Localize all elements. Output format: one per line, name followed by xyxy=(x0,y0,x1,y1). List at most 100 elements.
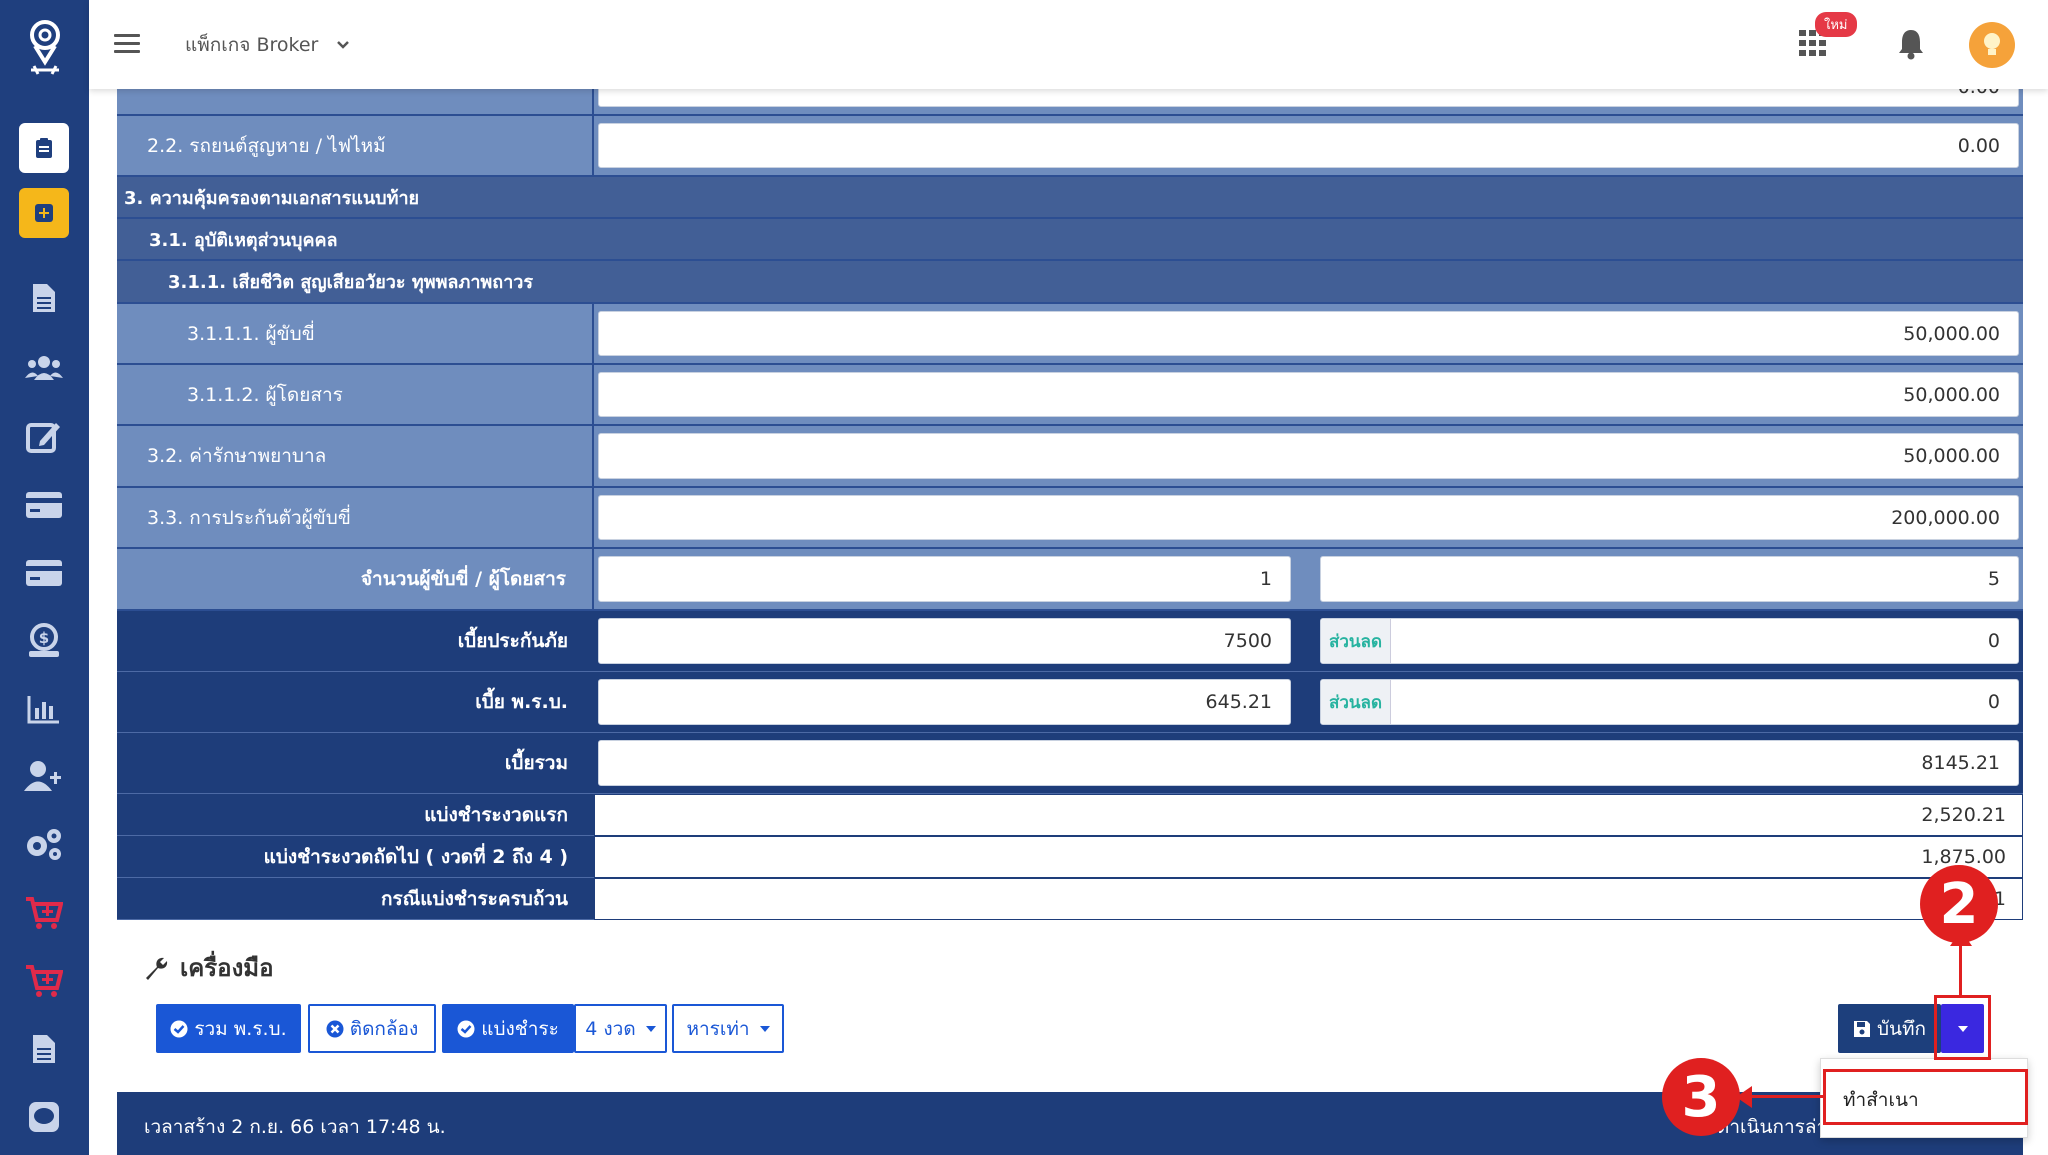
premium-discount-value: 0 xyxy=(1987,630,2000,652)
table-row: แบ่งชำระงวดถัดไป ( งวดที่ 2 ถึง 4 ) 1,87… xyxy=(117,836,2023,878)
row-label: 3.1.1.2. ผู้โดยสาร xyxy=(117,365,594,426)
sidebar-item-document[interactable] xyxy=(22,278,66,318)
section-header: 3.1. อุบัติเหตุส่วนบุคคล xyxy=(117,219,2023,261)
check-circle-icon xyxy=(170,1020,188,1037)
driver-count-input[interactable]: 1 xyxy=(598,556,1291,602)
sidebar-item-clipboard[interactable] xyxy=(19,123,69,173)
bar-chart-icon xyxy=(27,696,59,724)
created-time: เวลาสร้าง 2 ก.ย. 66 เวลา 17:48 น. xyxy=(144,1116,446,1138)
credit-card-icon xyxy=(26,560,62,586)
installment-button[interactable]: แบ่งชำระ xyxy=(442,1004,574,1053)
x-circle-icon xyxy=(326,1020,344,1037)
app-logo-icon[interactable] xyxy=(26,18,64,76)
sidebar-item-users[interactable] xyxy=(22,348,66,388)
installment-count-dropdown[interactable]: 4 งวด xyxy=(574,1004,667,1053)
section-header: 3. ความคุ้มครองตามเอกสารแนบท้าย xyxy=(117,177,2023,219)
table-row: 2.2. รถยนต์สูญหาย / ไฟไหม้ 0.00 xyxy=(117,116,2023,177)
premium-input[interactable]: 7500 xyxy=(598,618,1291,664)
line-chat-icon xyxy=(29,1102,59,1132)
divide-equal-dropdown[interactable]: หารเท่า xyxy=(672,1004,784,1053)
value-input[interactable]: 50,000.00 xyxy=(598,372,2019,417)
highlight-box-toggle xyxy=(1934,995,1991,1060)
annotation-line xyxy=(1959,940,1962,996)
chevron-down-icon xyxy=(337,41,350,49)
row-label: 3.3. การประกันตัวผู้ขับขี่ xyxy=(117,488,594,549)
include-compulsory-button[interactable]: รวม พ.ร.บ. xyxy=(156,1004,301,1053)
save-disk-icon xyxy=(1853,1020,1870,1037)
menu-toggle-icon[interactable] xyxy=(114,34,140,54)
avatar[interactable] xyxy=(1969,22,2015,68)
package-selector[interactable]: แพ็กเกจ Broker xyxy=(185,30,350,60)
compulsory-input[interactable]: 645.21 xyxy=(598,679,1291,725)
sidebar-item-document-2[interactable] xyxy=(22,1029,66,1069)
value-input[interactable]: 0.00 xyxy=(598,123,2019,168)
table-row: 3.3. การประกันตัวผู้ขับขี่ 200,000.00 xyxy=(117,488,2023,549)
top-navbar: แพ็กเกจ Broker ใหม่ xyxy=(89,0,2048,89)
caret-down-icon xyxy=(645,1025,656,1032)
plus-square-icon xyxy=(35,204,53,222)
sidebar-item-money[interactable]: $ xyxy=(22,621,66,661)
sidebar-item-cart-2[interactable] xyxy=(22,961,66,1001)
sidebar-item-settings[interactable] xyxy=(22,824,66,864)
row-label: 3.2. ค่ารักษาพยาบาล xyxy=(117,426,594,488)
sidebar-item-cart[interactable] xyxy=(22,893,66,933)
section-header: 3.1.1. เสียชีวิต สูญเสียอวัยวะ ทุพพลภาพถ… xyxy=(117,261,2023,304)
edit-icon xyxy=(26,423,60,453)
caret-down-icon xyxy=(759,1025,770,1032)
table-row: จำนวนผู้ขับขี่ / ผู้โดยสาร 1 5 xyxy=(117,549,2023,611)
compulsory-discount-input[interactable]: ส่วนลด 0 xyxy=(1320,679,2019,725)
row-label: เบี้ย พ.ร.บ. xyxy=(117,672,594,733)
package-label: แพ็กเกจ Broker xyxy=(185,34,319,56)
save-button[interactable]: บันทึก xyxy=(1838,1004,1941,1053)
bell-icon[interactable] xyxy=(1897,28,1925,64)
sidebar: $ xyxy=(0,0,89,1155)
user-plus-icon xyxy=(24,761,61,791)
row-label: จำนวนผู้ขับขี่ / ผู้โดยสาร xyxy=(117,549,594,611)
table-row: เบี้ยประกันภัย 7500 ส่วนลด 0 xyxy=(117,611,2023,672)
sidebar-item-chart[interactable] xyxy=(22,689,66,729)
discount-label: ส่วนลด xyxy=(1321,680,1391,724)
row-label: กรณีแบ่งชำระครบถ้วน xyxy=(117,878,594,920)
total-input[interactable]: 8145.21 xyxy=(598,740,2019,786)
gears-icon xyxy=(27,829,61,860)
credit-card-icon xyxy=(26,492,62,518)
sidebar-item-card[interactable] xyxy=(22,485,66,525)
row-label: เบี้ยรวม xyxy=(117,733,594,794)
sidebar-item-add-user[interactable] xyxy=(22,756,66,796)
tools-title: เครื่องมือ xyxy=(144,948,274,987)
step-marker-2: 2 xyxy=(1920,865,1998,943)
step-marker-3: 3 xyxy=(1662,1058,1740,1136)
row-label: 2.2. รถยนต์สูญหาย / ไฟไหม้ xyxy=(117,116,594,177)
file-icon xyxy=(33,1035,55,1063)
sidebar-item-line[interactable] xyxy=(22,1097,66,1137)
clipboard-icon xyxy=(36,138,52,158)
sidebar-item-edit[interactable] xyxy=(22,416,66,456)
row-label: 3.1.1.1. ผู้ขับขี่ xyxy=(117,304,594,365)
table-row: 3.1.1.2. ผู้โดยสาร 50,000.00 xyxy=(117,365,2023,426)
money-hand-icon: $ xyxy=(29,623,59,657)
table-row: 3.2. ค่ารักษาพยาบาล 50,000.00 xyxy=(117,426,2023,488)
highlight-box-copy xyxy=(1823,1069,2028,1125)
next-installment-value: 1,875.00 xyxy=(594,836,2023,878)
table-row: 3.1.1.1. ผู้ขับขี่ 50,000.00 xyxy=(117,304,2023,365)
table-row: เบี้ยรวม 8145.21 xyxy=(117,733,2023,794)
stick-camera-button[interactable]: ติดกล้อง xyxy=(308,1004,436,1053)
sidebar-item-add[interactable] xyxy=(19,188,69,238)
cart-plus-icon xyxy=(26,897,63,929)
row-label: แบ่งชำระงวดถัดไป ( งวดที่ 2 ถึง 4 ) xyxy=(117,836,594,878)
value-input[interactable]: 50,000.00 xyxy=(598,433,2019,479)
passenger-count-input[interactable]: 5 xyxy=(1320,556,2019,602)
lightbulb-icon xyxy=(1984,33,2000,55)
value-input[interactable]: 50,000.00 xyxy=(598,311,2019,356)
table-row: เบี้ย พ.ร.บ. 645.21 ส่วนลด 0 xyxy=(117,672,2023,733)
table-row: แบ่งชำระงวดแรก 2,520.21 xyxy=(117,794,2023,836)
row-label: เบี้ยประกันภัย xyxy=(117,611,594,672)
row-label: แบ่งชำระงวดแรก xyxy=(117,794,594,836)
premium-discount-input[interactable]: ส่วนลด 0 xyxy=(1320,618,2019,664)
value-input[interactable]: 200,000.00 xyxy=(598,495,2019,540)
sidebar-item-card-2[interactable] xyxy=(22,553,66,593)
users-icon xyxy=(25,356,63,380)
first-installment-value: 2,520.21 xyxy=(594,794,2023,836)
svg-text:$: $ xyxy=(39,629,49,647)
wrench-icon xyxy=(146,957,168,980)
